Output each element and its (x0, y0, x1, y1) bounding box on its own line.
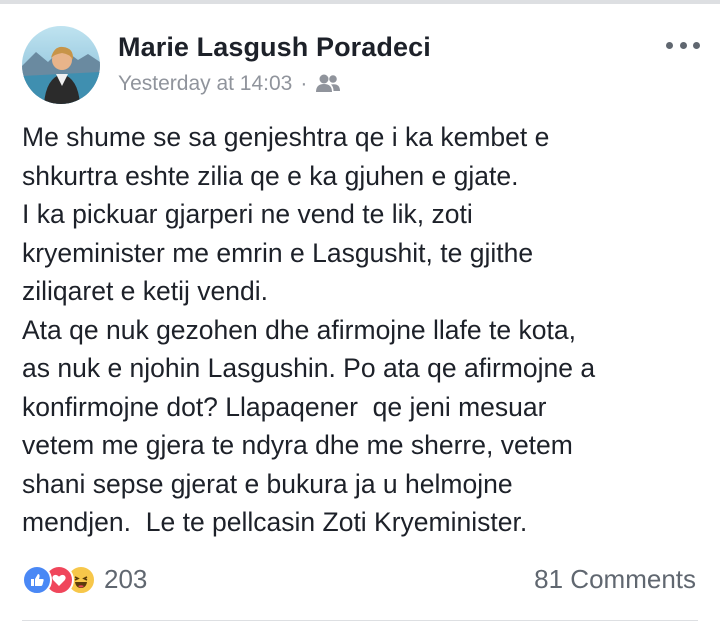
facebook-post: Marie Lasgush Poradeci Yesterday at 14:0… (0, 0, 720, 627)
post-timestamp[interactable]: Yesterday at 14:03 (118, 72, 292, 96)
post-text-line: I ka pickuar gjarperi ne vend te lik, zo… (22, 199, 473, 229)
post-text-line: mendjen. Le te pellcasin Zoti Kryeminist… (22, 507, 528, 537)
post-text-line: kryeminister me emrin e Lasgushit, te gj… (22, 237, 534, 268)
friends-icon[interactable] (315, 73, 341, 95)
post-text: Me shume se sa genjeshtra qe i ka kembet… (22, 118, 702, 542)
reactions-summary[interactable]: 203 (22, 564, 147, 595)
post-meta: Yesterday at 14:03 · (118, 72, 341, 96)
post-text-line: Me shume se sa genjeshtra qe i ka kembet… (22, 122, 550, 152)
post-text-line: shani sepse gjerat e bukura ja u helmojn… (22, 468, 513, 499)
post-text-line: as nuk e njohin Lasgushin. Po ata qe afi… (22, 353, 596, 383)
more-dot (666, 41, 673, 49)
more-options-icon[interactable] (666, 38, 700, 52)
post-text-line: vetem me gjera te ndyra dhe me sherre, v… (22, 430, 573, 460)
more-dot (679, 41, 687, 49)
more-dot (693, 41, 700, 49)
post-header: Marie Lasgush Poradeci Yesterday at 14:0… (22, 26, 702, 106)
comments-link[interactable]: 81 Comments (534, 564, 696, 595)
avatar[interactable] (22, 26, 100, 104)
meta-separator: · (300, 72, 308, 95)
post-footer: 203 81 Comments (22, 560, 696, 600)
like-icon (22, 564, 52, 595)
avatar-photo (22, 26, 100, 104)
bottom-divider (22, 620, 698, 621)
reaction-count: 203 (104, 564, 148, 594)
post-text-line: shkurtra eshte zilia qe e ka gjuhen e gj… (22, 160, 519, 191)
post-text-line: konfirmojne dot? Llapaqener qe jeni mesu… (22, 391, 547, 422)
author-name[interactable]: Marie Lasgush Poradeci (118, 32, 431, 63)
top-divider (0, 0, 720, 4)
post-text-line: Ata qe nuk gezohen dhe afirmojne llafe t… (22, 314, 576, 345)
post-text-line: ziliqaret e ketij vendi. (22, 276, 268, 306)
